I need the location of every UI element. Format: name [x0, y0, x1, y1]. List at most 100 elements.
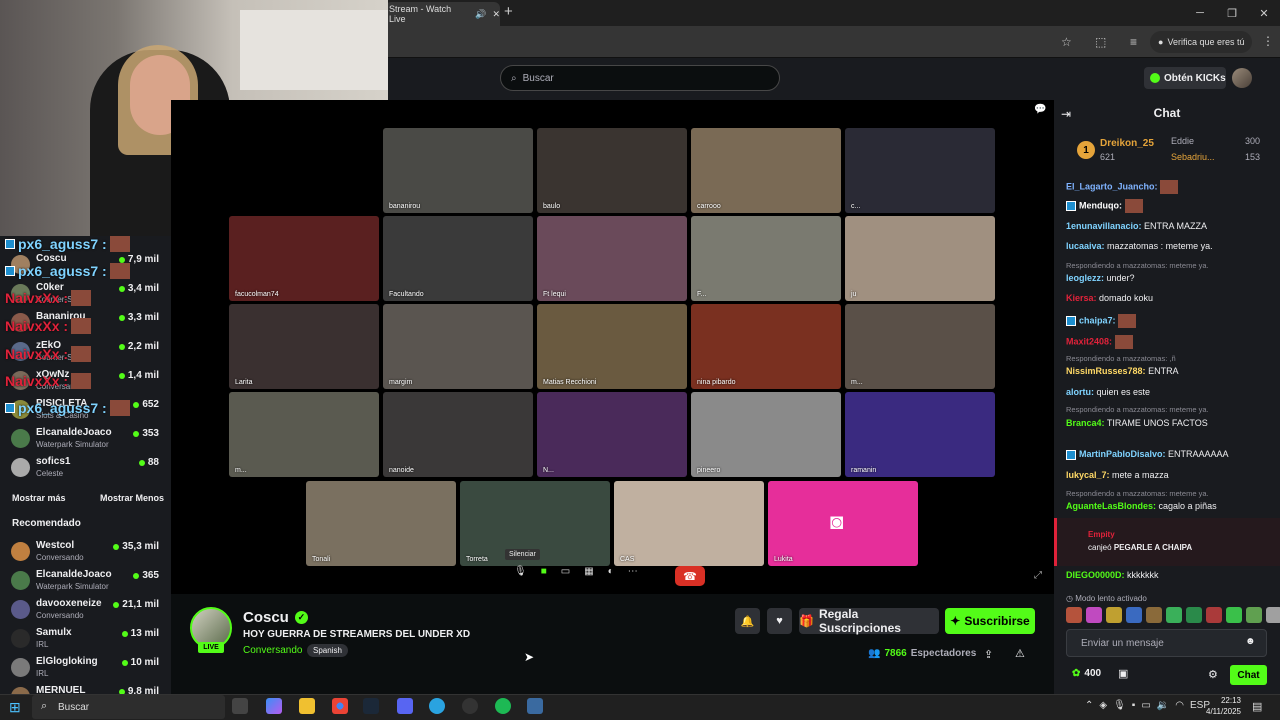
show-less-link[interactable]: Mostrar Menos	[100, 493, 164, 503]
chrome-icon[interactable]	[332, 698, 348, 714]
chest-icon[interactable]: ▣	[1118, 667, 1128, 680]
emote-icon[interactable]	[1066, 607, 1082, 623]
participant-tile[interactable]: carrooo	[691, 128, 841, 213]
taskbar-search[interactable]: Buscar	[32, 695, 225, 719]
effects-icon[interactable]: ◐	[608, 566, 614, 577]
recommended-channel[interactable]: davooxeneize Conversando 21,1 mil	[0, 596, 171, 625]
chat-input[interactable]: Enviar un mensaje	[1066, 629, 1267, 657]
emote-icon[interactable]	[1146, 607, 1162, 623]
sidebar-channel[interactable]: ElcanaldeJoaco Waterpark Simulator 353	[0, 425, 171, 454]
chat-user[interactable]: Menduqo:	[1079, 200, 1122, 210]
microphone-icon[interactable]: 🎙	[1113, 700, 1126, 711]
participant-tile[interactable]: margim	[383, 304, 533, 389]
app-icon[interactable]	[527, 698, 543, 714]
participant-tile[interactable]: CAS	[614, 481, 764, 566]
participant-tile[interactable]: Facultando	[383, 216, 533, 301]
chat-user[interactable]: DIEGO0000D:	[1066, 570, 1125, 580]
chat-user[interactable]: MartinPabloDisalvo:	[1079, 449, 1166, 459]
windows-start-icon[interactable]: ⊞	[9, 699, 21, 716]
participant-tile[interactable]: ju	[845, 216, 995, 301]
chat-user[interactable]: chaipa7:	[1079, 315, 1116, 325]
participant-tile[interactable]: Tonali	[306, 481, 456, 566]
verify-button[interactable]: ● Verifica que eres tú	[1150, 31, 1252, 53]
recommended-channel[interactable]: ElcanaldeJoaco Waterpark Simulator 365	[0, 567, 171, 596]
chat-bubble-icon[interactable]: 💬	[1034, 104, 1046, 115]
leader-name[interactable]: Sebadriu...	[1171, 152, 1215, 162]
chat-send-button[interactable]: Chat	[1230, 665, 1267, 685]
gift-subs-button[interactable]: 🎁 Regala Suscripciones	[799, 607, 939, 635]
show-more-link[interactable]: Mostrar más	[12, 493, 66, 503]
chat-user[interactable]: Kiersa:	[1066, 293, 1097, 303]
chat-user[interactable]: El_Lagarto_Juancho:	[1066, 181, 1158, 191]
search-input[interactable]: ⌕ Buscar	[500, 65, 780, 91]
participant-tile[interactable]: nina pibardo	[691, 304, 841, 389]
gear-icon[interactable]: ⚙	[1208, 668, 1218, 681]
recommended-channel[interactable]: ElGlogloking IRL 10 mil	[0, 654, 171, 683]
report-icon[interactable]: ⚠	[1015, 647, 1025, 660]
copilot-icon[interactable]	[266, 698, 282, 714]
app-tray-icon[interactable]: ▪	[1132, 700, 1136, 711]
emote-icon[interactable]	[1086, 607, 1102, 623]
subscribe-button[interactable]: ✦ Suscribirse	[945, 608, 1035, 634]
minimize-icon[interactable]: ─	[1184, 0, 1216, 26]
leave-call-icon[interactable]: ☎	[675, 566, 705, 586]
participant-tile[interactable]: F...	[691, 216, 841, 301]
close-window-icon[interactable]: ✕	[1248, 0, 1280, 26]
participant-tile[interactable]: m...	[845, 304, 995, 389]
chat-user[interactable]: lukycal_7:	[1066, 470, 1110, 480]
file-explorer-icon[interactable]	[299, 698, 315, 714]
fullscreen-icon[interactable]: ⤢	[1034, 570, 1042, 581]
chat-user[interactable]: Branca4:	[1066, 418, 1105, 428]
notification-bell-button[interactable]: 🔔	[735, 608, 760, 634]
discord-icon[interactable]	[397, 698, 413, 714]
emote-icon[interactable]	[1266, 607, 1280, 623]
emote-icon[interactable]	[1206, 607, 1222, 623]
speaker-icon[interactable]: 🔊	[475, 9, 486, 20]
volume-icon[interactable]: 🔉	[1157, 700, 1169, 711]
streamer-name[interactable]: Coscu ✓	[243, 609, 308, 626]
participant-tile[interactable]: N...	[537, 392, 687, 477]
channel-points[interactable]: ✿ 400	[1072, 668, 1101, 679]
close-tab-icon[interactable]: ✕	[492, 9, 500, 20]
recommended-channel[interactable]: Westcol Conversando 35,3 mil	[0, 538, 171, 567]
participant-tile[interactable]: c...	[845, 128, 995, 213]
emoji-icon[interactable]: ☻	[1245, 636, 1256, 647]
wifi-icon[interactable]: ◠	[1175, 700, 1184, 711]
participant-tile[interactable]: bananirou	[383, 128, 533, 213]
extensions-icon[interactable]: ⬚	[1095, 35, 1106, 49]
browser-menu-icon[interactable]: ⋮	[1262, 34, 1274, 48]
emote-icon[interactable]	[1106, 607, 1122, 623]
participant-tile[interactable]: ◙ Lukita	[768, 481, 918, 566]
emote-icon[interactable]	[1186, 607, 1202, 623]
chat-user[interactable]: AguanteLasBlondes:	[1066, 501, 1156, 511]
recommended-channel[interactable]: Samulx IRL 13 mil	[0, 625, 171, 654]
display-icon[interactable]: ▭	[1141, 700, 1150, 711]
chat-user[interactable]: leoglezz:	[1066, 273, 1104, 283]
network-icon[interactable]: ◈	[1099, 700, 1107, 711]
get-kicks-button[interactable]: Obtén KICKs	[1144, 67, 1226, 89]
language-tag[interactable]: Spanish	[307, 644, 348, 657]
leader-name[interactable]: Dreikon_25	[1100, 138, 1154, 149]
new-tab-icon[interactable]: +	[504, 3, 513, 20]
mic-icon[interactable]: 🎙	[514, 566, 527, 577]
leader-name[interactable]: Eddie	[1171, 136, 1194, 146]
emote-icon[interactable]	[1166, 607, 1182, 623]
star-icon[interactable]: ☆	[1061, 35, 1072, 49]
chevron-up-icon[interactable]: ⌃	[1085, 700, 1093, 711]
participant-tile[interactable]: facucolman74	[229, 216, 379, 301]
camera-icon[interactable]: ■	[541, 566, 547, 577]
obs-icon[interactable]	[462, 698, 478, 714]
telegram-icon[interactable]	[429, 698, 445, 714]
participant-tile[interactable]: Larita	[229, 304, 379, 389]
chat-user[interactable]: NissimRusses788:	[1066, 366, 1146, 376]
chat-user[interactable]: lucaaiva:	[1066, 241, 1105, 251]
participant-tile[interactable]: Matias Recchioni	[537, 304, 687, 389]
media-icon[interactable]: ≡	[1130, 35, 1137, 49]
chat-user[interactable]: 1enunavillanacio:	[1066, 221, 1142, 231]
participant-tile[interactable]: ramanin	[845, 392, 995, 477]
notifications-icon[interactable]: ▤	[1252, 700, 1262, 713]
steam-icon[interactable]	[363, 698, 379, 714]
more-icon[interactable]: ⋯	[628, 566, 638, 577]
share-icon[interactable]: ⇪	[984, 648, 993, 661]
grid-icon[interactable]: ▦	[584, 566, 593, 577]
